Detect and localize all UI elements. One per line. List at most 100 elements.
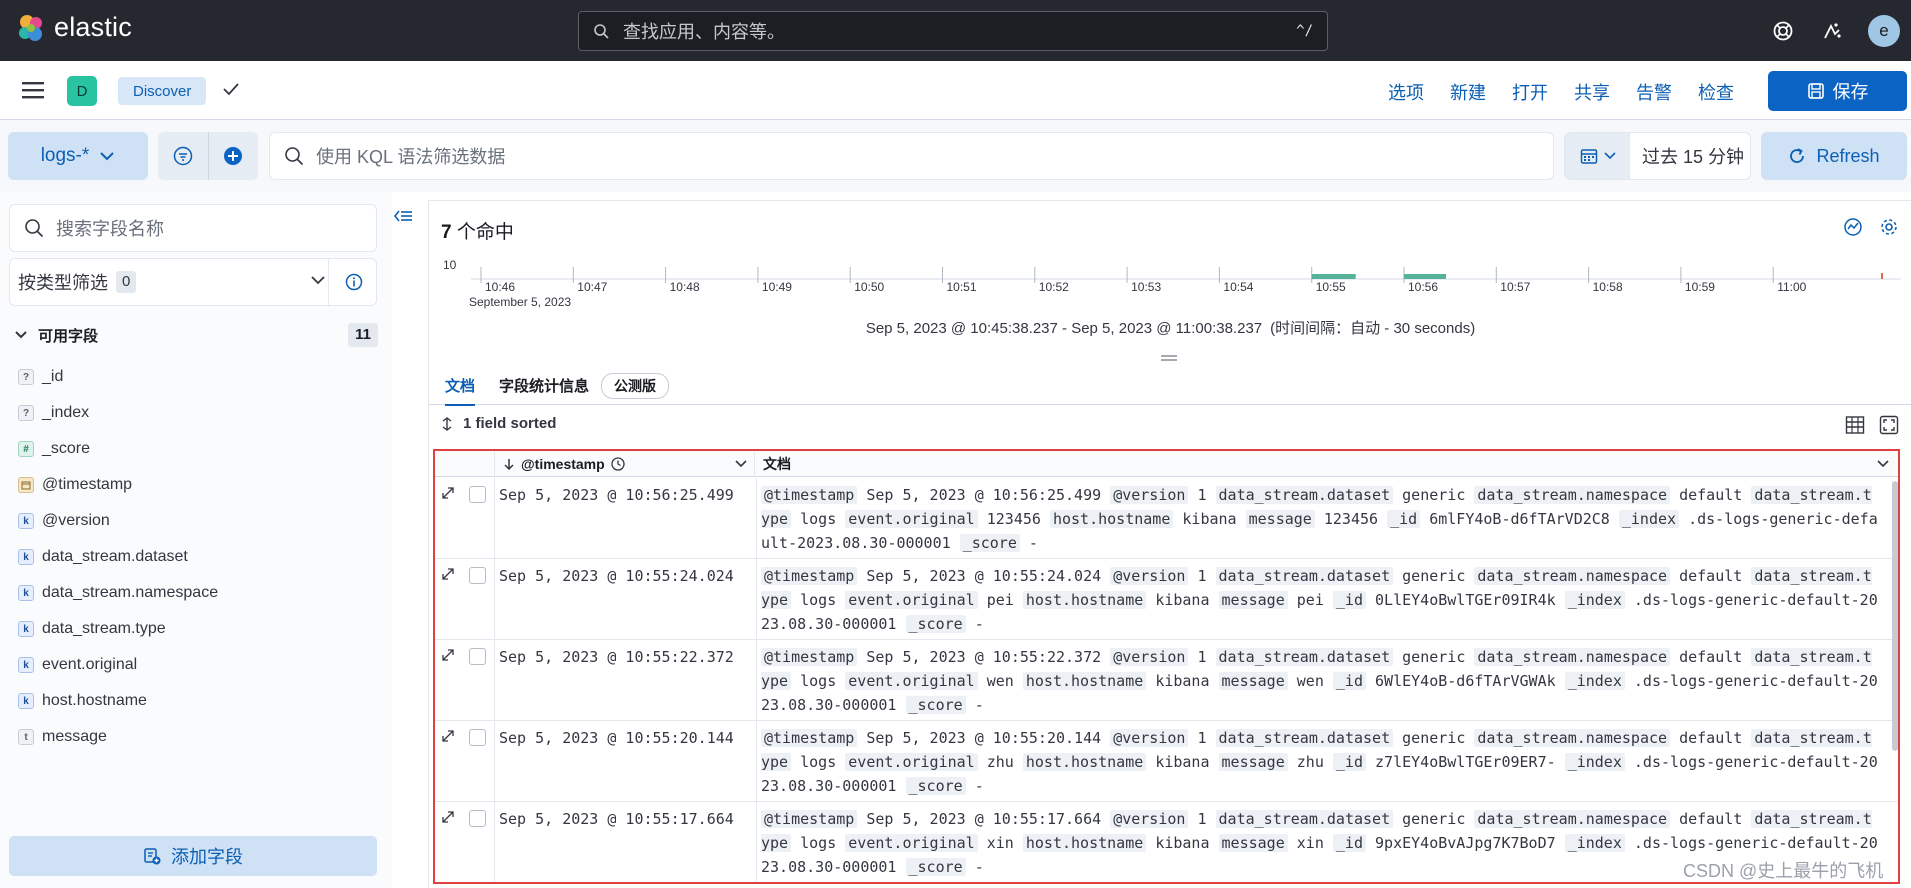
tab-field-statistics[interactable]: 字段统计信息	[499, 375, 589, 396]
expand-row-button[interactable]	[441, 648, 455, 666]
main-panel: 7 个命中 10 10:46 10:47 10:48 10:49 10:50 10:51 10…	[428, 200, 1911, 888]
sort-control[interactable]: 1 field sorted	[441, 415, 556, 432]
field-item[interactable]: t message	[18, 719, 378, 755]
doc-value: Sep 5, 2023 @ 10:55:17.664	[866, 810, 1102, 828]
x-tick-label: 10:57	[1500, 280, 1530, 294]
header-controls-cell	[435, 451, 495, 477]
expand-row-button[interactable]	[441, 729, 455, 747]
collapse-sidebar-button[interactable]	[393, 208, 413, 228]
help-button[interactable]	[1768, 16, 1798, 46]
row-controls	[435, 802, 495, 882]
doc-value: -	[974, 696, 984, 714]
table-row[interactable]: Sep 5, 2023 @ 10:56:25.499 @timestamp Sep…	[435, 478, 1898, 559]
fullscreen-button[interactable]	[1879, 415, 1899, 439]
field-item[interactable]: @timestamp	[18, 467, 378, 503]
save-button[interactable]: 保存	[1768, 71, 1907, 111]
field-list: ? _id? _index # _score @timestamp k @version k da…	[18, 359, 378, 755]
available-fields-header[interactable]: 可用字段 11	[14, 322, 378, 348]
x-tick-label: 10:47	[577, 280, 607, 294]
table-row[interactable]: Sep 5, 2023 @ 10:55:17.664 @timestamp Sep…	[435, 802, 1898, 882]
news-button[interactable]	[1817, 16, 1847, 46]
visualize-button[interactable]	[1843, 217, 1863, 241]
doc-key: message	[1218, 753, 1288, 771]
visualize-icon	[1844, 218, 1862, 236]
chart-settings-button[interactable]	[1879, 217, 1899, 241]
field-name: _score	[42, 440, 91, 457]
doc-value: 1	[1197, 648, 1207, 666]
table-row[interactable]: Sep 5, 2023 @ 10:55:22.372 @timestamp Sep…	[435, 640, 1898, 721]
doc-key: event.original	[845, 510, 978, 528]
doc-value: Sep 5, 2023 @ 10:55:24.024	[866, 567, 1102, 585]
row-checkbox[interactable]	[469, 567, 486, 584]
table-row[interactable]: Sep 5, 2023 @ 10:55:24.024 @timestamp Sep…	[435, 559, 1898, 640]
table-scrollbar[interactable]	[1892, 481, 1898, 751]
doc-value: 123456	[1323, 510, 1379, 528]
resize-handle-icon[interactable]	[1161, 349, 1177, 366]
field-item[interactable]: k data_stream.type	[18, 611, 378, 647]
field-name: message	[42, 728, 107, 745]
hits-label: 个命中	[451, 222, 514, 243]
expand-icon	[442, 811, 454, 823]
clock-icon	[611, 457, 625, 471]
table-header: @timestamp 文档	[435, 451, 1898, 477]
nav-open-link[interactable]: 打开	[1512, 79, 1548, 105]
kql-search-input[interactable]: 使用 KQL 语法筛选数据	[269, 132, 1554, 180]
user-avatar[interactable]: e	[1868, 15, 1900, 47]
time-range-label[interactable]: 过去 15 分钟	[1642, 143, 1744, 169]
field-item[interactable]: # _score	[18, 431, 378, 467]
y-tick-label: 10	[443, 258, 457, 272]
chevron-down-icon[interactable]	[735, 460, 747, 468]
doc-value: zhu	[986, 753, 1014, 771]
row-checkbox[interactable]	[469, 729, 486, 746]
field-item[interactable]: k host.hostname	[18, 683, 378, 719]
expand-row-button[interactable]	[441, 567, 455, 585]
density-button[interactable]	[1845, 415, 1865, 439]
field-search-input[interactable]: 搜索字段名称	[9, 204, 377, 252]
doc-key: _id	[1332, 834, 1366, 852]
nav-share-link[interactable]: 共享	[1574, 79, 1610, 105]
nav-inspect-link[interactable]: 检查	[1698, 79, 1734, 105]
nav-new-link[interactable]: 新建	[1450, 79, 1486, 105]
elastic-logo[interactable]: elastic	[16, 12, 132, 43]
global-search-placeholder: 查找应用、内容等。	[623, 22, 785, 42]
breadcrumb[interactable]: Discover	[118, 77, 207, 105]
add-field-button[interactable]: 添加字段	[9, 836, 377, 876]
tab-documents[interactable]: 文档	[445, 375, 476, 406]
doc-key: host.hostname	[1022, 834, 1147, 852]
header-timestamp[interactable]: @timestamp	[495, 451, 755, 477]
filter-menu-button[interactable]	[158, 132, 209, 180]
menu-button[interactable]	[22, 81, 44, 103]
data-view-picker[interactable]: logs-*	[8, 132, 148, 180]
space-avatar[interactable]: D	[67, 76, 97, 106]
doc-key: _index	[1564, 834, 1625, 852]
row-checkbox[interactable]	[469, 486, 486, 503]
field-item[interactable]: k event.original	[18, 647, 378, 683]
table-row[interactable]: Sep 5, 2023 @ 10:55:20.144 @timestamp Sep…	[435, 721, 1898, 802]
doc-key: _index	[1564, 672, 1625, 690]
nav-options-link[interactable]: 选项	[1388, 79, 1424, 105]
app-bar: D Discover 选项 新建 打开 共享 告警 检查 保存	[0, 61, 1911, 120]
expand-row-button[interactable]	[441, 810, 455, 828]
chevron-down-icon[interactable]	[1877, 460, 1889, 468]
quick-date-menu-button[interactable]	[1565, 133, 1630, 179]
row-checkbox[interactable]	[469, 648, 486, 665]
field-item[interactable]: k data_stream.dataset	[18, 539, 378, 575]
type-filter-button[interactable]: 按类型筛选 0	[9, 258, 377, 306]
view-tabs: 文档 字段统计信息 公测版	[429, 365, 1911, 406]
doc-value: 6mlFY4oB-d6fTArVD2C8	[1429, 510, 1610, 528]
chevron-down-icon	[15, 331, 27, 339]
field-info-button[interactable]	[328, 259, 378, 305]
add-filter-button[interactable]	[209, 132, 259, 180]
row-checkbox[interactable]	[469, 810, 486, 827]
field-item[interactable]: k data_stream.namespace	[18, 575, 378, 611]
nav-alerts-link[interactable]: 告警	[1636, 79, 1672, 105]
field-item[interactable]: k @version	[18, 503, 378, 539]
refresh-button[interactable]: Refresh	[1761, 132, 1907, 180]
field-item[interactable]: ? _index	[18, 395, 378, 431]
header-document[interactable]: 文档	[757, 451, 791, 477]
expand-row-button[interactable]	[441, 486, 455, 504]
x-tick-label: 10:51	[947, 280, 977, 294]
global-search[interactable]: 查找应用、内容等。 ^/	[578, 11, 1328, 51]
row-controls	[435, 721, 495, 801]
field-item[interactable]: ? _id	[18, 359, 378, 395]
